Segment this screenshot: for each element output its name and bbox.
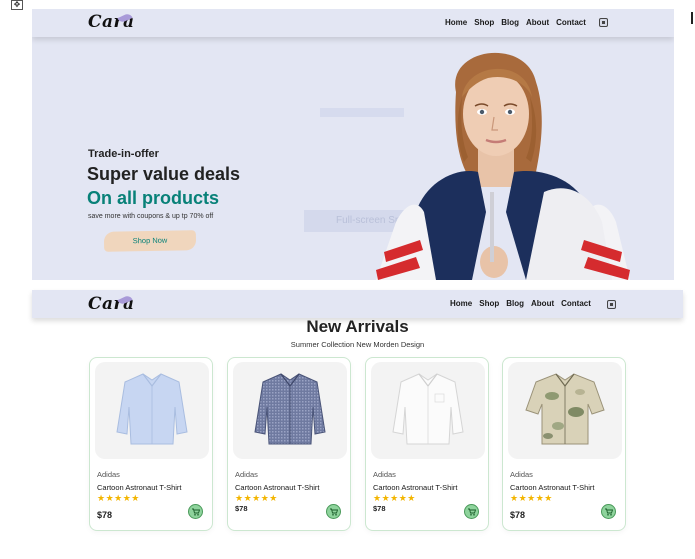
product-image[interactable] (95, 362, 209, 459)
product-image[interactable] (508, 362, 622, 459)
product-brand: Adidas (373, 470, 396, 479)
nav-item-shop[interactable]: Shop (474, 18, 494, 27)
hero-subtitle: On all products (87, 188, 220, 208)
add-to-cart-button[interactable] (601, 504, 616, 519)
rating-stars: ★★★★★ (97, 493, 140, 503)
section-title: New Arrivals (306, 317, 409, 336)
shop-now-button[interactable]: Shop Now (103, 230, 197, 252)
product-price: $78 (510, 510, 526, 520)
product-name: Cartoon Astronaut T-Shirt (235, 483, 320, 492)
nav-links-secondary: Home Shop Blog About Contact (450, 299, 591, 308)
top-navbar: Cara Home Shop Blog About Contact (32, 9, 674, 37)
nav-item-about[interactable]: About (531, 299, 554, 308)
product-name: Cartoon Astronaut T-Shirt (97, 483, 182, 492)
shirt-white-image (392, 373, 464, 445)
nav-item-blog[interactable]: Blog (506, 299, 524, 308)
product-brand: Adidas (235, 470, 258, 479)
shirt-light-blue-image (116, 373, 188, 445)
product-card[interactable]: Adidas Cartoon Astronaut T-Shirt ★★★★★ $… (365, 357, 489, 531)
cart-icon (468, 508, 476, 516)
product-price: $78 (373, 504, 386, 513)
rating-stars: ★★★★★ (510, 493, 553, 503)
cart-icon (192, 508, 200, 516)
cart-icon (330, 508, 338, 516)
hero-copy: save more with coupons & up tp 70% off (88, 213, 214, 220)
sticky-navbar: Cara Home Shop Blog About Contact (32, 290, 683, 318)
nav-item-contact[interactable]: Contact (556, 18, 586, 27)
hero-title: Super value deals (87, 164, 241, 184)
product-brand: Adidas (97, 470, 120, 479)
logo-secondary[interactable]: Cara (88, 294, 135, 314)
product-image[interactable] (371, 362, 485, 459)
product-price: $78 (97, 510, 113, 520)
shirt-camo-print-image (525, 373, 605, 445)
product-name: Cartoon Astronaut T-Shirt (510, 483, 595, 492)
bag-icon[interactable] (599, 18, 608, 27)
nav-item-home[interactable]: Home (450, 299, 472, 308)
nav-item-shop[interactable]: Shop (479, 299, 499, 308)
add-to-cart-button[interactable] (326, 504, 341, 519)
product-card[interactable]: Adidas Cartoon Astronaut T-Shirt ★★★★★ $… (89, 357, 213, 531)
add-to-cart-button[interactable] (188, 504, 203, 519)
text-cursor (691, 12, 693, 24)
rating-stars: ★★★★★ (235, 493, 278, 503)
product-brand: Adidas (510, 470, 533, 479)
nav-item-contact[interactable]: Contact (561, 299, 591, 308)
nav-item-blog[interactable]: Blog (501, 18, 519, 27)
bag-icon[interactable] (607, 300, 616, 309)
shirt-navy-gingham-image (254, 373, 326, 445)
add-to-cart-button[interactable] (464, 504, 479, 519)
product-image[interactable] (233, 362, 347, 459)
hero-kicker: Trade-in-offer (88, 148, 159, 160)
rating-stars: ★★★★★ (373, 493, 416, 503)
nav-item-home[interactable]: Home (445, 18, 467, 27)
logo[interactable]: Cara (88, 12, 135, 32)
product-card[interactable]: Adidas Cartoon Astronaut T-Shirt ★★★★★ $… (502, 357, 626, 531)
section-subtitle: Summer Collection New Morden Design (290, 340, 425, 349)
hero-model-image (376, 52, 630, 280)
move-handle-icon[interactable]: ✥ (11, 0, 23, 10)
product-price: $78 (235, 504, 248, 513)
nav-links: Home Shop Blog About Contact (445, 18, 586, 27)
cart-icon (605, 508, 613, 516)
product-card[interactable]: Adidas Cartoon Astronaut T-Shirt ★★★★★ $… (227, 357, 351, 531)
nav-item-about[interactable]: About (526, 18, 549, 27)
hero-frame: Cara Home Shop Blog About Contact Full-s… (32, 9, 674, 280)
product-name: Cartoon Astronaut T-Shirt (373, 483, 458, 492)
